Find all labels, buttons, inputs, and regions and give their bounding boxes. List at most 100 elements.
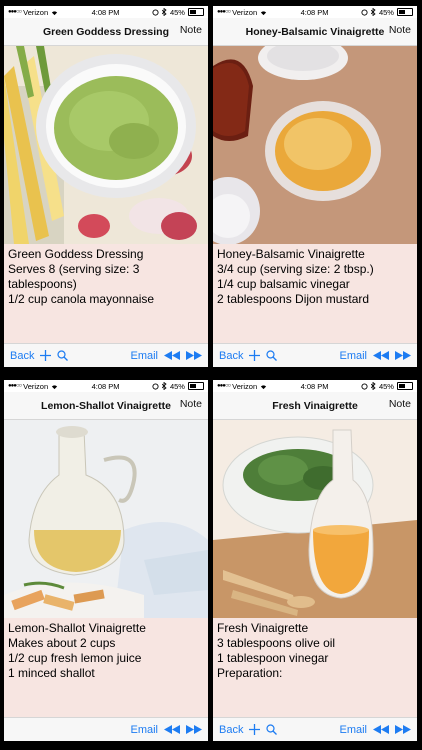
back-button[interactable]: Back bbox=[219, 724, 243, 736]
carrier-label: Verizon bbox=[232, 381, 258, 391]
back-button[interactable]: Back bbox=[10, 350, 34, 362]
status-bar: ●●●○○ Verizon 4:08 PM 45% bbox=[4, 6, 208, 18]
alarm-icon bbox=[152, 382, 159, 390]
bluetooth-icon bbox=[161, 8, 167, 16]
rewind-icon[interactable] bbox=[373, 725, 389, 734]
nav-title: Green Goddess Dressing bbox=[42, 25, 170, 38]
recipe-line: Lemon-Shallot Vinaigrette bbox=[8, 621, 146, 635]
fast-forward-icon[interactable] bbox=[395, 725, 411, 734]
battery-icon bbox=[396, 8, 413, 16]
recipe-photo bbox=[213, 46, 417, 244]
battery-percent: 45% bbox=[378, 381, 394, 391]
carrier-label: Verizon bbox=[23, 7, 49, 17]
status-bar: ●●●○○ Verizon 4:08 PM 45% bbox=[4, 380, 208, 392]
recipe-line: Green Goddess Dressing bbox=[8, 247, 144, 261]
note-button[interactable]: Note bbox=[180, 24, 202, 36]
fast-forward-icon[interactable] bbox=[395, 351, 411, 360]
recipe-photo bbox=[213, 420, 417, 618]
nav-title: Fresh Vinaigrette bbox=[272, 399, 358, 412]
battery-icon bbox=[396, 382, 413, 390]
nav-bar: Green Goddess Dressing Note bbox=[4, 18, 208, 46]
email-button[interactable]: Email bbox=[130, 724, 158, 736]
back-button[interactable]: Back bbox=[219, 350, 243, 362]
nav-bar: Lemon-Shallot Vinaigrette Note bbox=[4, 392, 208, 420]
alarm-icon bbox=[361, 8, 368, 16]
clock-label: 4:08 PM bbox=[91, 7, 120, 17]
recipe-text: Green Goddess Dressing Serves 8 (serving… bbox=[4, 244, 208, 343]
recipe-panel-fresh-vinaigrette: ●●●○○ Verizon 4:08 PM 45% Fresh Vinaigret… bbox=[213, 380, 417, 741]
fast-forward-icon[interactable] bbox=[186, 351, 202, 360]
battery-percent: 45% bbox=[169, 381, 185, 391]
nav-bar: Honey-Balsamic Vinaigrette Note bbox=[213, 18, 417, 46]
recipe-photo bbox=[4, 420, 208, 618]
nav-bar: Fresh Vinaigrette Note bbox=[213, 392, 417, 420]
note-button[interactable]: Note bbox=[389, 24, 411, 36]
wifi-icon bbox=[261, 384, 267, 389]
bottom-toolbar: Back Email bbox=[213, 343, 417, 367]
recipe-line: 1/2 cup canola mayonnaise bbox=[8, 292, 155, 306]
signal-dots: ●●●○○ bbox=[217, 9, 231, 15]
carrier-label: Verizon bbox=[232, 7, 258, 17]
battery-icon bbox=[187, 8, 204, 16]
clock-label: 4:08 PM bbox=[300, 381, 329, 391]
recipe-line: 1/2 cup fresh lemon juice bbox=[8, 651, 142, 665]
status-bar: ●●●○○ Verizon 4:08 PM 45% bbox=[213, 380, 417, 392]
email-button[interactable]: Email bbox=[339, 350, 367, 362]
note-button[interactable]: Note bbox=[180, 398, 202, 410]
recipe-line: Preparation: bbox=[217, 666, 283, 680]
recipe-line: Honey-Balsamic Vinaigrette bbox=[217, 247, 365, 261]
recipe-line: 3/4 cup (serving size: 2 tbsp.) bbox=[217, 262, 374, 276]
carrier-label: Verizon bbox=[23, 381, 49, 391]
signal-dots: ●●●○○ bbox=[8, 9, 22, 15]
fast-forward-icon[interactable] bbox=[186, 725, 202, 734]
email-button[interactable]: Email bbox=[130, 350, 158, 362]
battery-icon bbox=[187, 382, 204, 390]
clock-label: 4:08 PM bbox=[91, 381, 120, 391]
recipe-text: Fresh Vinaigrette 3 tablespoons olive oi… bbox=[213, 618, 417, 717]
bottom-toolbar: Back Email bbox=[213, 717, 417, 741]
status-bar: ●●●○○ Verizon 4:08 PM 45% bbox=[213, 6, 417, 18]
recipe-panel-honey-balsamic: ●●●○○ Verizon 4:08 PM 45% Honey-Balsamic … bbox=[213, 6, 417, 367]
wifi-icon bbox=[52, 10, 58, 15]
recipe-line: tablespoons) bbox=[8, 277, 77, 291]
signal-dots: ●●●○○ bbox=[217, 383, 231, 389]
clock-label: 4:08 PM bbox=[300, 7, 329, 17]
recipe-line: Serves 8 (serving size: 3 bbox=[8, 262, 140, 276]
bluetooth-icon bbox=[161, 382, 167, 390]
note-button[interactable]: Note bbox=[389, 398, 411, 410]
recipe-text: Honey-Balsamic Vinaigrette 3/4 cup (serv… bbox=[213, 244, 417, 343]
rewind-icon[interactable] bbox=[373, 351, 389, 360]
recipe-line: 1 minced shallot bbox=[8, 666, 95, 680]
battery-percent: 45% bbox=[378, 7, 394, 17]
recipe-text: Lemon-Shallot Vinaigrette Makes about 2 … bbox=[4, 618, 208, 717]
plus-icon[interactable] bbox=[249, 724, 261, 735]
recipe-line: Fresh Vinaigrette bbox=[217, 621, 309, 635]
rewind-icon[interactable] bbox=[164, 725, 180, 734]
signal-dots: ●●●○○ bbox=[8, 383, 22, 389]
nav-title: Honey-Balsamic Vinaigrette bbox=[245, 25, 385, 38]
wifi-icon bbox=[261, 10, 267, 15]
recipe-line: 1 tablespoon vinegar bbox=[217, 651, 329, 665]
recipe-line: Makes about 2 cups bbox=[8, 636, 116, 650]
bottom-toolbar: Back Email bbox=[4, 343, 208, 367]
search-icon[interactable] bbox=[57, 350, 69, 361]
recipe-line: 3 tablespoons olive oil bbox=[217, 636, 336, 650]
wifi-icon bbox=[52, 384, 58, 389]
alarm-icon bbox=[152, 8, 159, 16]
alarm-icon bbox=[361, 382, 368, 390]
recipe-line: 2 tablespoons Dijon mustard bbox=[217, 292, 370, 306]
plus-icon[interactable] bbox=[40, 350, 52, 361]
search-icon[interactable] bbox=[266, 724, 278, 735]
recipe-line: 1/4 cup balsamic vinegar bbox=[217, 277, 350, 291]
battery-percent: 45% bbox=[169, 7, 185, 17]
recipe-panel-green-goddess: ●●●○○ Verizon 4:08 PM 45% Green Goddess D… bbox=[4, 6, 208, 367]
bottom-toolbar: Email bbox=[4, 717, 208, 741]
email-button[interactable]: Email bbox=[339, 724, 367, 736]
plus-icon[interactable] bbox=[249, 350, 261, 361]
recipe-panel-lemon-shallot: ●●●○○ Verizon 4:08 PM 45% Lemon-Shallot V… bbox=[4, 380, 208, 741]
rewind-icon[interactable] bbox=[164, 351, 180, 360]
bluetooth-icon bbox=[370, 382, 376, 390]
bluetooth-icon bbox=[370, 8, 376, 16]
nav-title: Lemon-Shallot Vinaigrette bbox=[41, 399, 171, 412]
search-icon[interactable] bbox=[266, 350, 278, 361]
